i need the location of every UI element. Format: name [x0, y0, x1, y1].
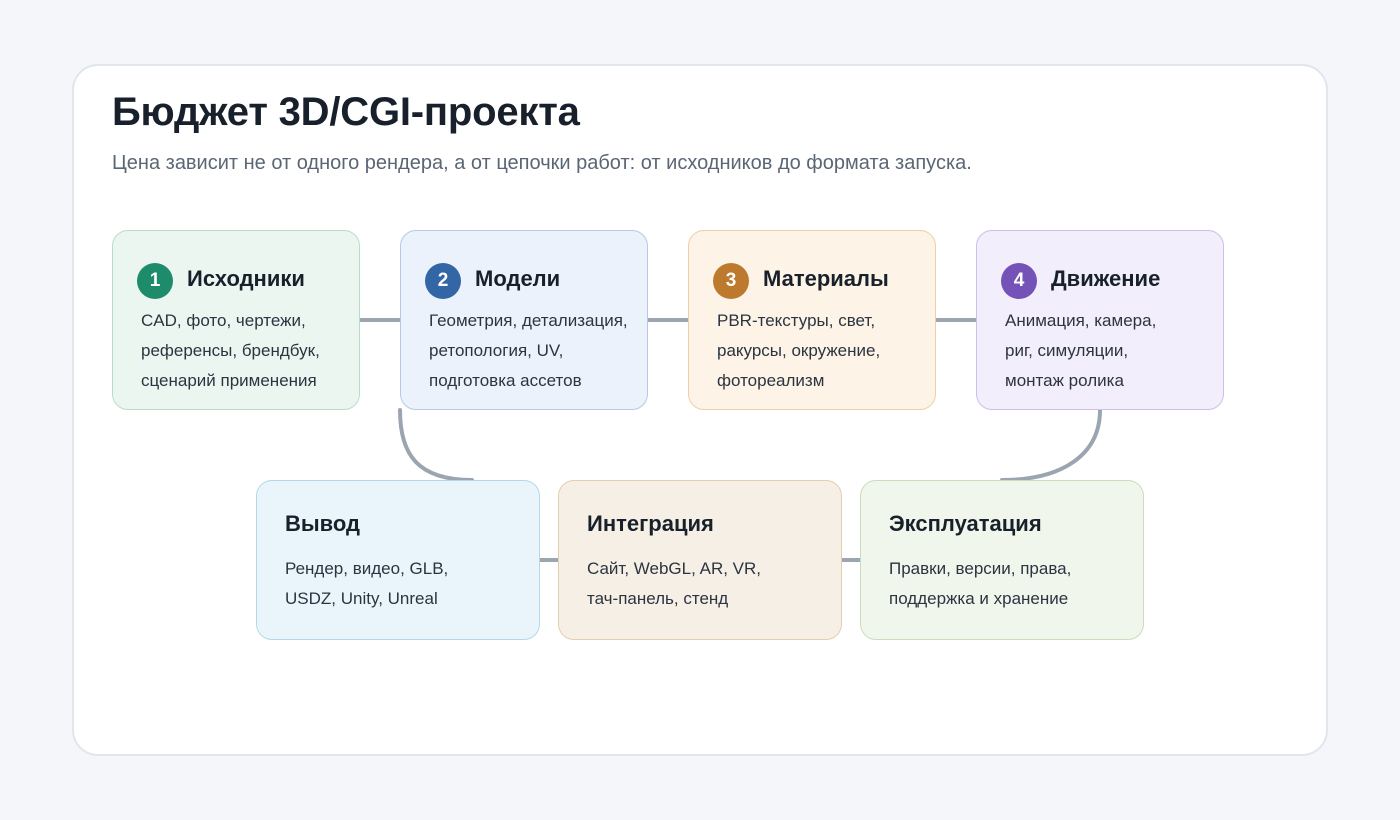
step-title: Модели: [475, 266, 561, 291]
output-description-line: Рендер, видео, GLB,: [285, 559, 449, 578]
step-description-line: фотореализм: [717, 371, 825, 390]
step-sources-header: 1 Исходники: [137, 259, 305, 299]
step-description-line: Анимация, камера,: [1005, 311, 1157, 330]
connector-4-operation: [1000, 408, 1102, 482]
output-description-line: Сайт, WebGL, AR, VR,: [587, 559, 762, 578]
step-number-badge: 1: [137, 263, 173, 299]
step-models-header: 2 Модели: [425, 259, 560, 299]
step-description-line: CAD, фото, чертежи,: [141, 311, 306, 330]
output-operation: Эксплуатация Правки, версии, права, подд…: [860, 480, 1144, 640]
output-description-line: поддержка и хранение: [889, 589, 1069, 608]
output-description: Сайт, WebGL, AR, VR, тач-панель, стенд: [587, 554, 761, 614]
step-motion-header: 4 Движение: [1001, 259, 1160, 299]
step-motion: 4 Движение Анимация, камера, риг, симуля…: [976, 230, 1224, 410]
output-delivery-header: Вывод: [285, 511, 360, 537]
step-title: Движение: [1051, 266, 1161, 291]
step-description: PBR-текстуры, свет, ракурсы, окружение, …: [717, 306, 880, 396]
step-description-line: подготовка ассетов: [429, 371, 582, 390]
step-sources: 1 Исходники CAD, фото, чертежи, референс…: [112, 230, 360, 410]
step-description: Анимация, камера, риг, симуляции, монтаж…: [1005, 306, 1156, 396]
step-description-line: риг, симуляции,: [1005, 341, 1129, 360]
step-materials: 3 Материалы PBR-текстуры, свет, ракурсы,…: [688, 230, 936, 410]
step-number-badge: 3: [713, 263, 749, 299]
step-description-line: ретопология, UV,: [429, 341, 564, 360]
step-description-line: Геометрия, детализация,: [429, 311, 628, 330]
output-delivery: Вывод Рендер, видео, GLB, USDZ, Unity, U…: [256, 480, 540, 640]
step-description-line: сценарий применения: [141, 371, 317, 390]
output-description-line: тач-панель, стенд: [587, 589, 729, 608]
step-models: 2 Модели Геометрия, детализация, ретопол…: [400, 230, 648, 410]
step-description-line: PBR-текстуры, свет,: [717, 311, 876, 330]
step-title: Исходники: [187, 266, 305, 291]
step-number-badge: 2: [425, 263, 461, 299]
output-title: Эксплуатация: [889, 511, 1042, 536]
output-integration: Интеграция Сайт, WebGL, AR, VR, тач-пане…: [558, 480, 842, 640]
output-description-line: USDZ, Unity, Unreal: [285, 589, 438, 608]
output-title: Вывод: [285, 511, 361, 536]
output-description: Рендер, видео, GLB, USDZ, Unity, Unreal: [285, 554, 448, 614]
step-number-badge: 4: [1001, 263, 1037, 299]
step-materials-header: 3 Материалы: [713, 259, 889, 299]
output-title: Интеграция: [587, 511, 714, 536]
step-description-line: монтаж ролика: [1005, 371, 1124, 390]
connectors: [358, 318, 1102, 562]
step-title: Материалы: [763, 266, 889, 291]
output-integration-header: Интеграция: [587, 511, 714, 537]
step-description: CAD, фото, чертежи, референсы, брендбук,…: [141, 306, 320, 396]
output-operation-header: Эксплуатация: [889, 511, 1042, 537]
step-description-line: ракурсы, окружение,: [717, 341, 881, 360]
step-description: Геометрия, детализация, ретопология, UV,…: [429, 306, 628, 396]
step-description-line: референсы, брендбук,: [141, 341, 320, 360]
output-description: Правки, версии, права, поддержка и хране…: [889, 554, 1071, 614]
connector-2-output: [398, 408, 474, 482]
output-description-line: Правки, версии, права,: [889, 559, 1072, 578]
